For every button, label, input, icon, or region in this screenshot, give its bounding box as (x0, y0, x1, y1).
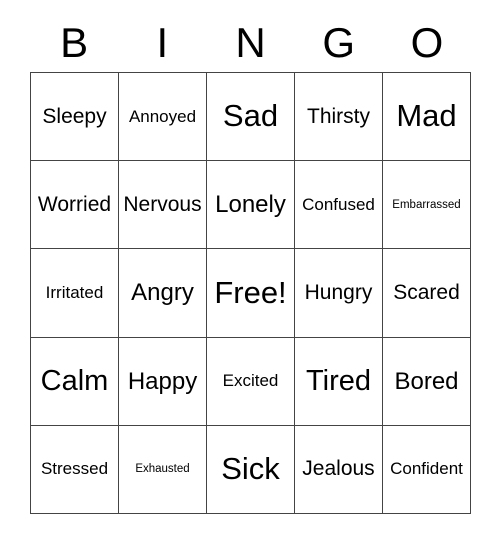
bingo-cell-label: Embarrassed (392, 198, 461, 211)
bingo-cell-label: Sad (222, 98, 279, 134)
bingo-cell[interactable]: Bored (383, 337, 471, 426)
bingo-cell-label: Irritated (45, 283, 104, 303)
bingo-cell[interactable]: Stressed (31, 425, 119, 514)
bingo-cell-label: Scared (393, 280, 460, 304)
bingo-cell[interactable]: Calm (31, 337, 119, 426)
bingo-cell-label: Excited (222, 371, 279, 391)
bingo-header: B I N G O (30, 14, 471, 72)
bingo-cell-label: Worried (37, 192, 112, 216)
bingo-cell[interactable]: Scared (383, 249, 471, 338)
bingo-grid: Sleepy Annoyed Sad Thirsty Mad Worried Nervous… (30, 72, 471, 514)
bingo-cell-label: Annoyed (128, 106, 197, 126)
bingo-cell[interactable]: Lonely (207, 161, 295, 250)
bingo-cell-label: Angry (131, 279, 194, 307)
bingo-cell[interactable]: Confident (383, 425, 471, 514)
bingo-cell-label: Hungry (304, 280, 373, 304)
bingo-cell-label: Happy (127, 367, 198, 395)
bingo-cell[interactable]: Happy (119, 337, 207, 426)
bingo-cell-label: Confused (302, 194, 375, 214)
bingo-cell-label: Stressed (40, 459, 109, 479)
header-letter-g: G (322, 19, 356, 66)
bingo-cell-label: Confident (390, 459, 463, 479)
bingo-cell-label: Jealous (302, 457, 375, 481)
header-letter-n: N (235, 19, 266, 66)
bingo-cell-label: Thirsty (307, 104, 370, 128)
bingo-cell[interactable]: Sleepy (31, 73, 119, 162)
bingo-cell-label: Exhausted (135, 463, 190, 476)
bingo-cell[interactable]: Exhausted (119, 425, 207, 514)
bingo-cell-label: Sick (221, 451, 280, 487)
bingo-cell-label: Nervous (123, 192, 202, 216)
bingo-cell[interactable]: Angry (119, 249, 207, 338)
bingo-cell[interactable]: Tired (295, 337, 383, 426)
bingo-cell-free[interactable]: Free! (207, 249, 295, 338)
bingo-cell[interactable]: Excited (207, 337, 295, 426)
bingo-cell[interactable]: Confused (295, 161, 383, 250)
bingo-card: B I N G O Sleepy Annoyed Sad Thirsty Mad Worr… (0, 0, 500, 544)
bingo-cell[interactable]: Hungry (295, 249, 383, 338)
bingo-cell-label: Mad (396, 98, 457, 134)
bingo-cell[interactable]: Embarrassed (383, 161, 471, 250)
header-letter-b: B (60, 19, 89, 66)
bingo-cell-label: Sleepy (42, 104, 107, 128)
bingo-cell[interactable]: Sick (207, 425, 295, 514)
header-letter-i: I (156, 19, 169, 66)
bingo-cell-label: Calm (40, 364, 109, 397)
bingo-cell[interactable]: Thirsty (295, 73, 383, 162)
bingo-cell-label: Tired (306, 364, 371, 397)
bingo-cell[interactable]: Jealous (295, 425, 383, 514)
bingo-cell[interactable]: Worried (31, 161, 119, 250)
bingo-cell[interactable]: Irritated (31, 249, 119, 338)
header-letter-o: O (410, 19, 444, 66)
bingo-cell[interactable]: Nervous (119, 161, 207, 250)
bingo-cell-label: Bored (394, 367, 459, 395)
bingo-cell[interactable]: Mad (383, 73, 471, 162)
bingo-cell[interactable]: Annoyed (119, 73, 207, 162)
bingo-cell[interactable]: Sad (207, 73, 295, 162)
bingo-cell-label: Lonely (215, 191, 286, 219)
bingo-cell-label: Free! (214, 274, 287, 310)
